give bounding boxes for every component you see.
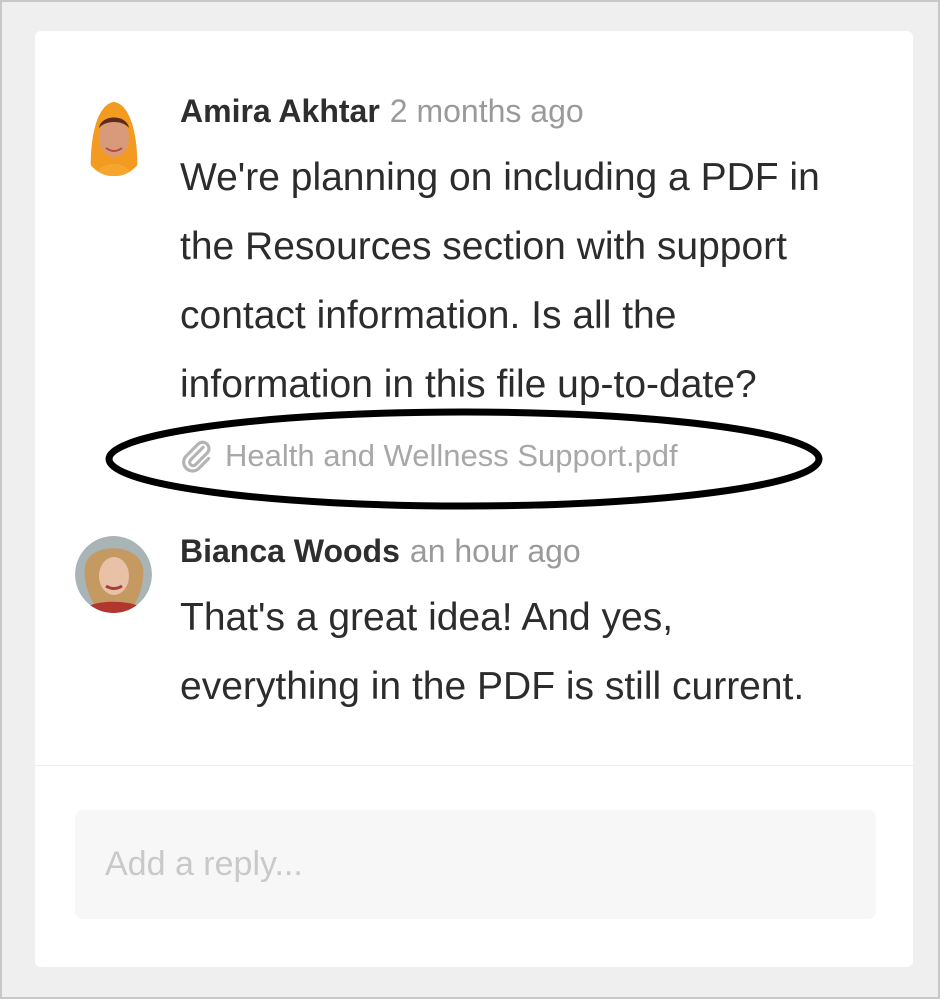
divider xyxy=(35,765,913,766)
comment-timestamp: 2 months ago xyxy=(389,93,584,129)
comment-body-line: the Resources section with support xyxy=(180,225,787,268)
reply-input[interactable] xyxy=(75,810,876,919)
comment-body-line: everything in the PDF is still current. xyxy=(180,665,805,708)
comment-timestamp: an hour ago xyxy=(409,533,581,569)
author-name[interactable]: Bianca Woods xyxy=(180,533,400,569)
attachment-link[interactable]: Health and Wellness Support.pdf xyxy=(177,437,678,475)
comment-body-line: That's a great idea! And yes, xyxy=(180,596,674,639)
comment-body-line: information in this file up-to-date? xyxy=(180,363,757,406)
avatar xyxy=(85,98,143,176)
attachment-filename[interactable]: Health and Wellness Support.pdf xyxy=(225,438,678,474)
comment-body-line: We're planning on including a PDF in xyxy=(180,156,820,199)
comment-body: We're planning on including a PDF in the… xyxy=(180,143,860,419)
avatar-portrait-icon xyxy=(85,98,143,176)
comment-thread-card: Amira Akhtar 2 months ago We're planning … xyxy=(35,31,913,967)
avatar xyxy=(75,536,152,613)
avatar-portrait-icon xyxy=(75,536,152,613)
author-name[interactable]: Amira Akhtar xyxy=(180,93,380,129)
screenshot-frame: Amira Akhtar 2 months ago We're planning … xyxy=(0,0,940,999)
paperclip-icon xyxy=(177,437,215,475)
comment-header: Bianca Woods an hour ago xyxy=(180,533,581,570)
comment-body-line: contact information. Is all the xyxy=(180,294,677,337)
comment-body: That's a great idea! And yes, everything… xyxy=(180,583,860,721)
comment-header: Amira Akhtar 2 months ago xyxy=(180,93,584,130)
